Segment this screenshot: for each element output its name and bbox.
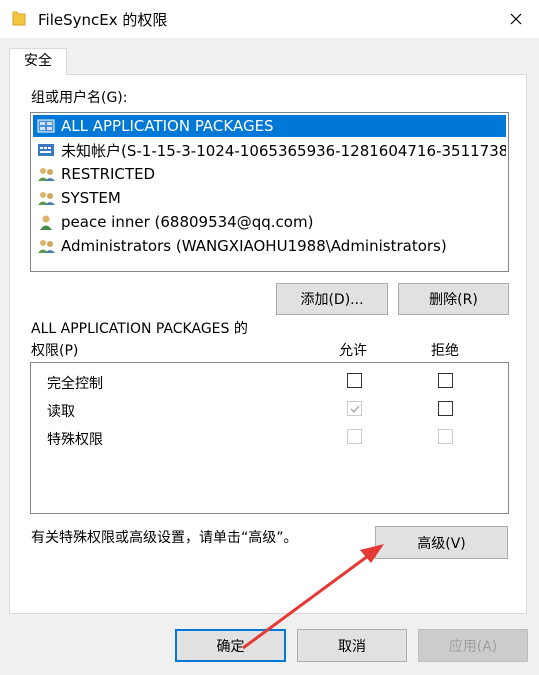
advanced-button[interactable]: 高级(V) — [375, 526, 508, 559]
permission-name: 读取 — [47, 404, 75, 420]
advanced-hint: 有关特殊权限或高级设置，请单击“高级”。 — [31, 530, 298, 546]
list-item-label: RESTRICTED — [61, 165, 156, 183]
allow-read-checkbox[interactable] — [347, 401, 362, 416]
title-bar: FileSyncEx 的权限 — [0, 0, 539, 38]
app-package-icon — [37, 119, 55, 133]
list-item[interactable]: SYSTEM — [33, 187, 506, 209]
add-button[interactable]: 添加(D)... — [276, 283, 388, 315]
group-list-label: 组或用户名(G): — [31, 90, 128, 106]
tab-security[interactable]: 安全 — [9, 48, 67, 75]
deny-read-checkbox[interactable] — [438, 401, 453, 416]
deny-full-control-checkbox[interactable] — [438, 373, 453, 388]
group-users-icon — [38, 192, 55, 205]
unknown-account-icon — [38, 144, 54, 156]
allow-special-checkbox[interactable] — [347, 429, 362, 444]
allow-column-header: 允许 — [339, 343, 367, 359]
group-user-list[interactable]: ALL APPLICATION PACKAGES 未知帐户(S-1-15-3-1… — [30, 112, 509, 272]
list-item-label: SYSTEM — [61, 189, 121, 207]
cancel-button[interactable]: 取消 — [297, 629, 407, 662]
folder-icon — [12, 11, 26, 26]
permissions-title: ALL APPLICATION PACKAGES 的 — [31, 321, 248, 337]
window-title: FileSyncEx 的权限 — [38, 11, 168, 29]
list-item-label: ALL APPLICATION PACKAGES — [61, 117, 274, 135]
ok-button[interactable]: 确定 — [175, 629, 286, 662]
permissions-list: 完全控制 读取 特殊权限 — [30, 362, 509, 514]
list-item-label: Administrators (WANGXIAOHU1988\Administr… — [61, 237, 447, 255]
remove-button[interactable]: 删除(R) — [398, 283, 509, 315]
group-users-icon — [38, 168, 55, 181]
close-icon — [510, 13, 522, 25]
list-item[interactable]: 未知帐户(S-1-15-3-1024-1065365936-1281604716… — [33, 139, 506, 161]
user-icon — [40, 215, 52, 230]
list-item-label: peace inner (68809534@qq.com) — [61, 213, 314, 231]
list-item[interactable]: Administrators (WANGXIAOHU1988\Administr… — [33, 235, 506, 257]
permissions-label: 权限(P) — [31, 343, 79, 359]
deny-special-checkbox[interactable] — [438, 429, 453, 444]
list-item-label: 未知帐户(S-1-15-3-1024-1065365936-1281604716… — [61, 141, 506, 160]
checkmark-icon — [350, 405, 360, 414]
close-button[interactable] — [493, 0, 539, 38]
group-users-icon — [38, 240, 55, 253]
list-item[interactable]: RESTRICTED — [33, 163, 506, 185]
permission-name: 特殊权限 — [47, 432, 103, 448]
list-item[interactable]: ALL APPLICATION PACKAGES — [33, 115, 506, 137]
permission-name: 完全控制 — [47, 376, 103, 392]
list-item[interactable]: peace inner (68809534@qq.com) — [33, 211, 506, 233]
deny-column-header: 拒绝 — [431, 343, 459, 359]
allow-full-control-checkbox[interactable] — [347, 373, 362, 388]
apply-button[interactable]: 应用(A) — [418, 629, 528, 662]
